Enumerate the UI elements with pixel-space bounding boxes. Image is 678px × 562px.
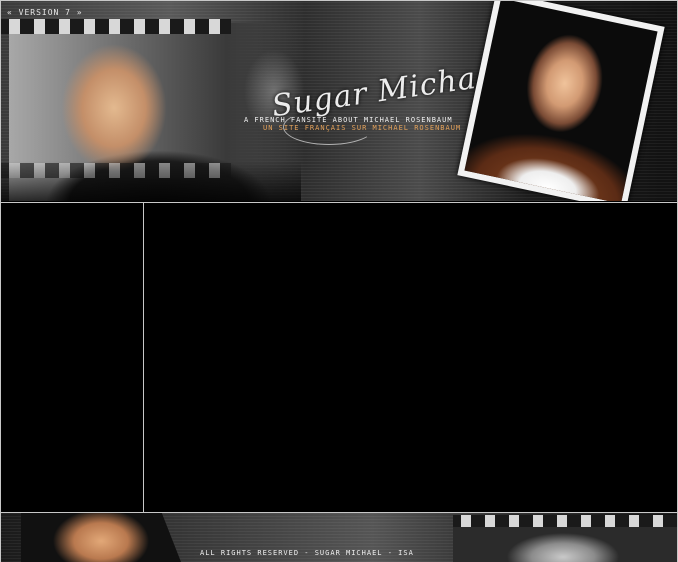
version-label: « VERSION 7 » bbox=[7, 8, 83, 17]
site-header-banner: « VERSION 7 » Sugar Michael A FRENCH FAN… bbox=[1, 1, 677, 201]
filmstrip-decoration bbox=[1, 19, 231, 34]
site-footer-banner: ALL RIGHTS RESERVED - SUGAR MICHAEL - IS… bbox=[1, 512, 677, 562]
left-sidebar bbox=[1, 202, 144, 512]
main-content-area bbox=[144, 202, 677, 512]
tagline-english: A FRENCH FANSITE ABOUT MICHAEL ROSENBAUM bbox=[244, 116, 453, 124]
polaroid-photo-frame bbox=[457, 1, 665, 201]
footer-portrait-right bbox=[453, 527, 677, 562]
footer-filmstrip-decoration bbox=[453, 515, 677, 527]
copyright-text: ALL RIGHTS RESERVED - SUGAR MICHAEL - IS… bbox=[200, 549, 414, 557]
tagline-french: UN SITE FRANÇAIS SUR MICHAEL ROSENBAUM bbox=[263, 124, 462, 132]
banner-shade bbox=[1, 161, 301, 201]
footer-portrait-left bbox=[21, 513, 181, 562]
polaroid-portrait bbox=[464, 1, 658, 201]
